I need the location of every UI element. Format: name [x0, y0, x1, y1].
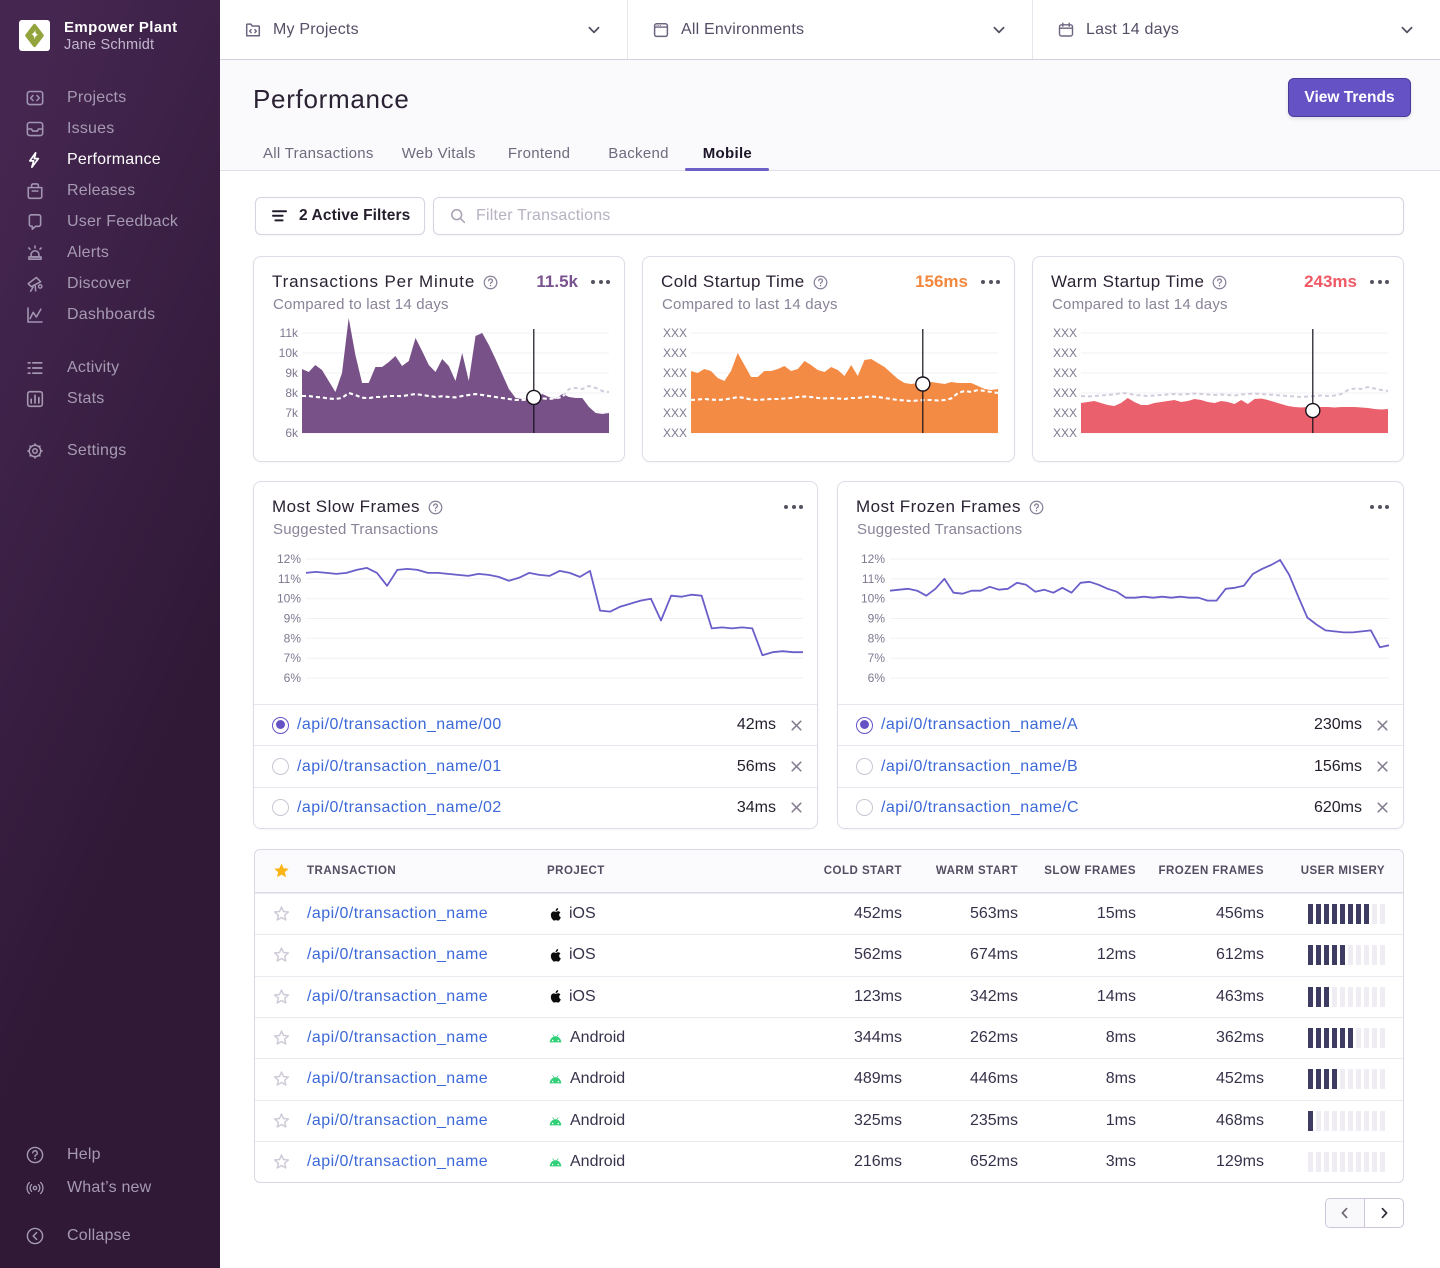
svg-text:XXX: XXX [1053, 326, 1077, 340]
svg-text:12%: 12% [277, 552, 301, 566]
svg-text:7%: 7% [868, 651, 886, 665]
svg-text:8k: 8k [285, 386, 299, 400]
svg-text:XXX: XXX [663, 366, 687, 380]
svg-text:7k: 7k [285, 406, 299, 420]
svg-text:11%: 11% [862, 572, 885, 586]
svg-text:XXX: XXX [1053, 346, 1077, 360]
svg-text:6%: 6% [284, 671, 302, 685]
svg-text:9%: 9% [868, 612, 886, 626]
svg-text:10%: 10% [861, 592, 885, 606]
svg-text:6k: 6k [285, 426, 299, 437]
svg-text:XXX: XXX [663, 326, 687, 340]
svg-text:9%: 9% [284, 612, 302, 626]
svg-text:8%: 8% [868, 631, 886, 645]
svg-text:12%: 12% [861, 552, 885, 566]
svg-text:XXX: XXX [663, 426, 687, 437]
svg-text:10%: 10% [277, 592, 301, 606]
svg-text:11%: 11% [278, 572, 301, 586]
svg-text:XXX: XXX [1053, 426, 1077, 437]
svg-text:9k: 9k [285, 366, 299, 380]
svg-text:XXX: XXX [663, 406, 687, 420]
svg-text:XXX: XXX [663, 386, 687, 400]
svg-text:6%: 6% [868, 671, 886, 685]
svg-text:XXX: XXX [1053, 406, 1077, 420]
svg-text:XXX: XXX [1053, 366, 1077, 380]
svg-text:11k: 11k [280, 326, 299, 340]
svg-text:10k: 10k [279, 346, 299, 360]
svg-text:8%: 8% [284, 631, 302, 645]
svg-text:XXX: XXX [1053, 386, 1077, 400]
svg-text:7%: 7% [284, 651, 302, 665]
svg-text:XXX: XXX [663, 346, 687, 360]
